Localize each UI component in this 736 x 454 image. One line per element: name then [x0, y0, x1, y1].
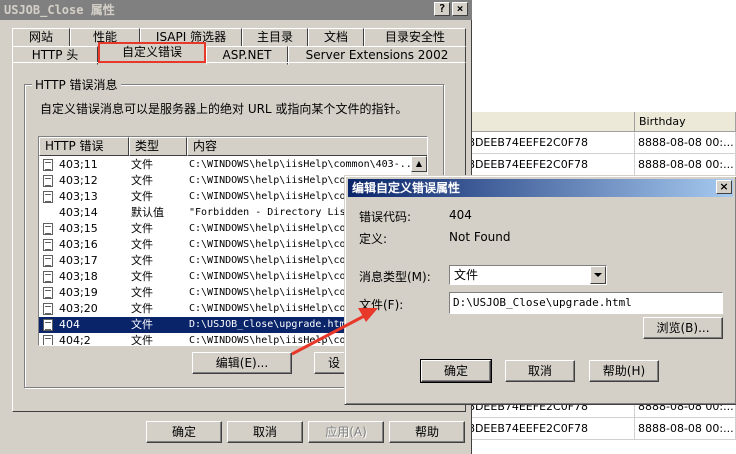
row-content: C:\WINDOWS\help\iisHelp\co: [189, 191, 346, 202]
document-icon: [43, 319, 53, 331]
row-type: 文件: [131, 254, 153, 267]
row-type: 文件: [131, 318, 153, 331]
tab-directory-security[interactable]: 目录安全性: [364, 28, 466, 47]
row-content: C:\WINDOWS\help\iisHelp\co: [189, 175, 346, 186]
row-type: 文件: [131, 302, 153, 315]
description-text: 自定义错误消息可以是服务器上的绝对 URL 或指向某个文件的指针。: [40, 102, 408, 116]
tab-documents[interactable]: 文档: [308, 28, 364, 47]
row-error-code: 403;14: [59, 206, 98, 219]
document-icon: [43, 223, 53, 235]
edit-cancel-button[interactable]: 取消: [505, 360, 575, 382]
ok-button[interactable]: 确定: [146, 421, 222, 443]
row-error-code: 403;19: [59, 286, 98, 299]
row-error-code: 404;2: [59, 334, 91, 346]
row-type: 文件: [131, 158, 153, 171]
edit-dialog-title: 编辑自定义错误属性: [352, 181, 461, 195]
row-type: 文件: [131, 190, 153, 203]
chevron-down-icon[interactable]: [590, 266, 606, 284]
edit-help-button[interactable]: 帮助(H): [589, 360, 659, 382]
help-bottom-button[interactable]: 帮助: [389, 421, 465, 443]
message-type-select[interactable]: 文件: [449, 265, 607, 285]
row-error-code: 403;11: [59, 158, 98, 171]
edit-close-button[interactable]: ×: [716, 180, 732, 194]
row-content: C:\WINDOWS\help\iisHelp\co: [189, 271, 346, 282]
tab-custom-errors[interactable]: 自定义错误: [98, 42, 206, 63]
row-content: C:\WINDOWS\help\iisHelp\co: [189, 335, 346, 346]
row-error-code: 403;12: [59, 174, 98, 187]
row-error-code: 403;16: [59, 238, 98, 251]
group-title: HTTP 错误消息: [32, 76, 121, 93]
file-label: 文件(F):: [359, 298, 404, 312]
browse-button[interactable]: 浏览(B)...: [643, 317, 723, 339]
dialog-title: USJOB_Close 属性: [4, 3, 115, 17]
grid-cell-birthday[interactable]: 8888-08-08 00:...: [635, 154, 736, 176]
edit-ok-button[interactable]: 确定: [420, 359, 492, 383]
document-icon: [43, 191, 53, 203]
row-type: 默认值: [131, 206, 164, 219]
definition-value: Not Found: [449, 230, 511, 244]
close-button[interactable]: ×: [452, 2, 468, 16]
row-type: 文件: [131, 174, 153, 187]
row-type: 文件: [131, 222, 153, 235]
document-icon: [43, 255, 53, 267]
document-icon: [43, 159, 53, 171]
edit-button[interactable]: 编辑(E)...: [192, 352, 292, 374]
column-header-type[interactable]: 类型: [129, 137, 187, 156]
row-error-code: 403;17: [59, 254, 98, 267]
apply-button[interactable]: 应用(A): [308, 421, 384, 443]
column-header-http-error[interactable]: HTTP 错误: [39, 137, 129, 156]
row-error-code: 403;18: [59, 270, 98, 283]
row-type: 文件: [131, 286, 153, 299]
row-content: C:\WINDOWS\help\iisHelp\co: [189, 303, 346, 314]
edit-custom-error-dialog: 编辑自定义错误属性 × 错误代码: 404 定义: Not Found 消息类型…: [344, 175, 736, 405]
message-type-value: 文件: [454, 268, 479, 282]
document-icon: [43, 335, 53, 345]
document-icon: [43, 271, 53, 283]
document-icon: [43, 303, 53, 315]
help-button[interactable]: ?: [434, 2, 450, 16]
row-content: "Forbidden - Directory Lis: [189, 207, 346, 218]
row-content: C:\WINDOWS\help\iisHelp\co: [189, 223, 346, 234]
grid-header-birthday[interactable]: Birthday: [635, 112, 736, 132]
scroll-up-arrow-icon[interactable]: ▲: [411, 156, 427, 172]
file-path-input[interactable]: D:\USJOB_Close\upgrade.html: [449, 292, 723, 314]
row-error-code: 403;15: [59, 222, 98, 235]
row-error-code: 404: [59, 318, 80, 331]
error-code-value: 404: [449, 208, 472, 222]
column-header-content[interactable]: 内容: [187, 137, 427, 156]
list-row[interactable]: 403;11 文件 C:\WINDOWS\help\iisHelp\common\4…: [39, 157, 418, 173]
row-error-code: 403;13: [59, 190, 98, 203]
grid-cell-birthday[interactable]: 8888-08-08 00:...: [635, 132, 736, 154]
row-content: C:\WINDOWS\help\iisHelp\co: [189, 239, 346, 250]
row-content: C:\WINDOWS\help\iisHelp\co: [189, 287, 346, 298]
document-icon: [43, 287, 53, 299]
properties-title-bar: USJOB_Close 属性 ? ×: [0, 0, 472, 20]
row-type: 文件: [131, 334, 153, 346]
document-icon: [43, 175, 53, 187]
tab-home-directory[interactable]: 主目录: [242, 28, 308, 47]
grid-cell-birthday[interactable]: 8888-08-08 00:...: [635, 418, 736, 440]
definition-label: 定义:: [359, 232, 388, 246]
edit-dialog-title-bar: 编辑自定义错误属性 ×: [348, 179, 733, 197]
row-type: 文件: [131, 270, 153, 283]
tab-website[interactable]: 网站: [12, 28, 70, 47]
error-code-label: 错误代码:: [359, 210, 412, 224]
document-icon: [43, 239, 53, 251]
row-error-code: 403;20: [59, 302, 98, 315]
message-type-label: 消息类型(M):: [359, 270, 431, 284]
cancel-button[interactable]: 取消: [227, 421, 303, 443]
row-content: C:\WINDOWS\help\iisHelp\co: [189, 255, 346, 266]
row-content: D:\USJOB_Close\upgrade.htm: [189, 319, 346, 330]
row-type: 文件: [131, 238, 153, 251]
row-content: C:\WINDOWS\help\iisHelp\common\403-...: [189, 159, 418, 170]
